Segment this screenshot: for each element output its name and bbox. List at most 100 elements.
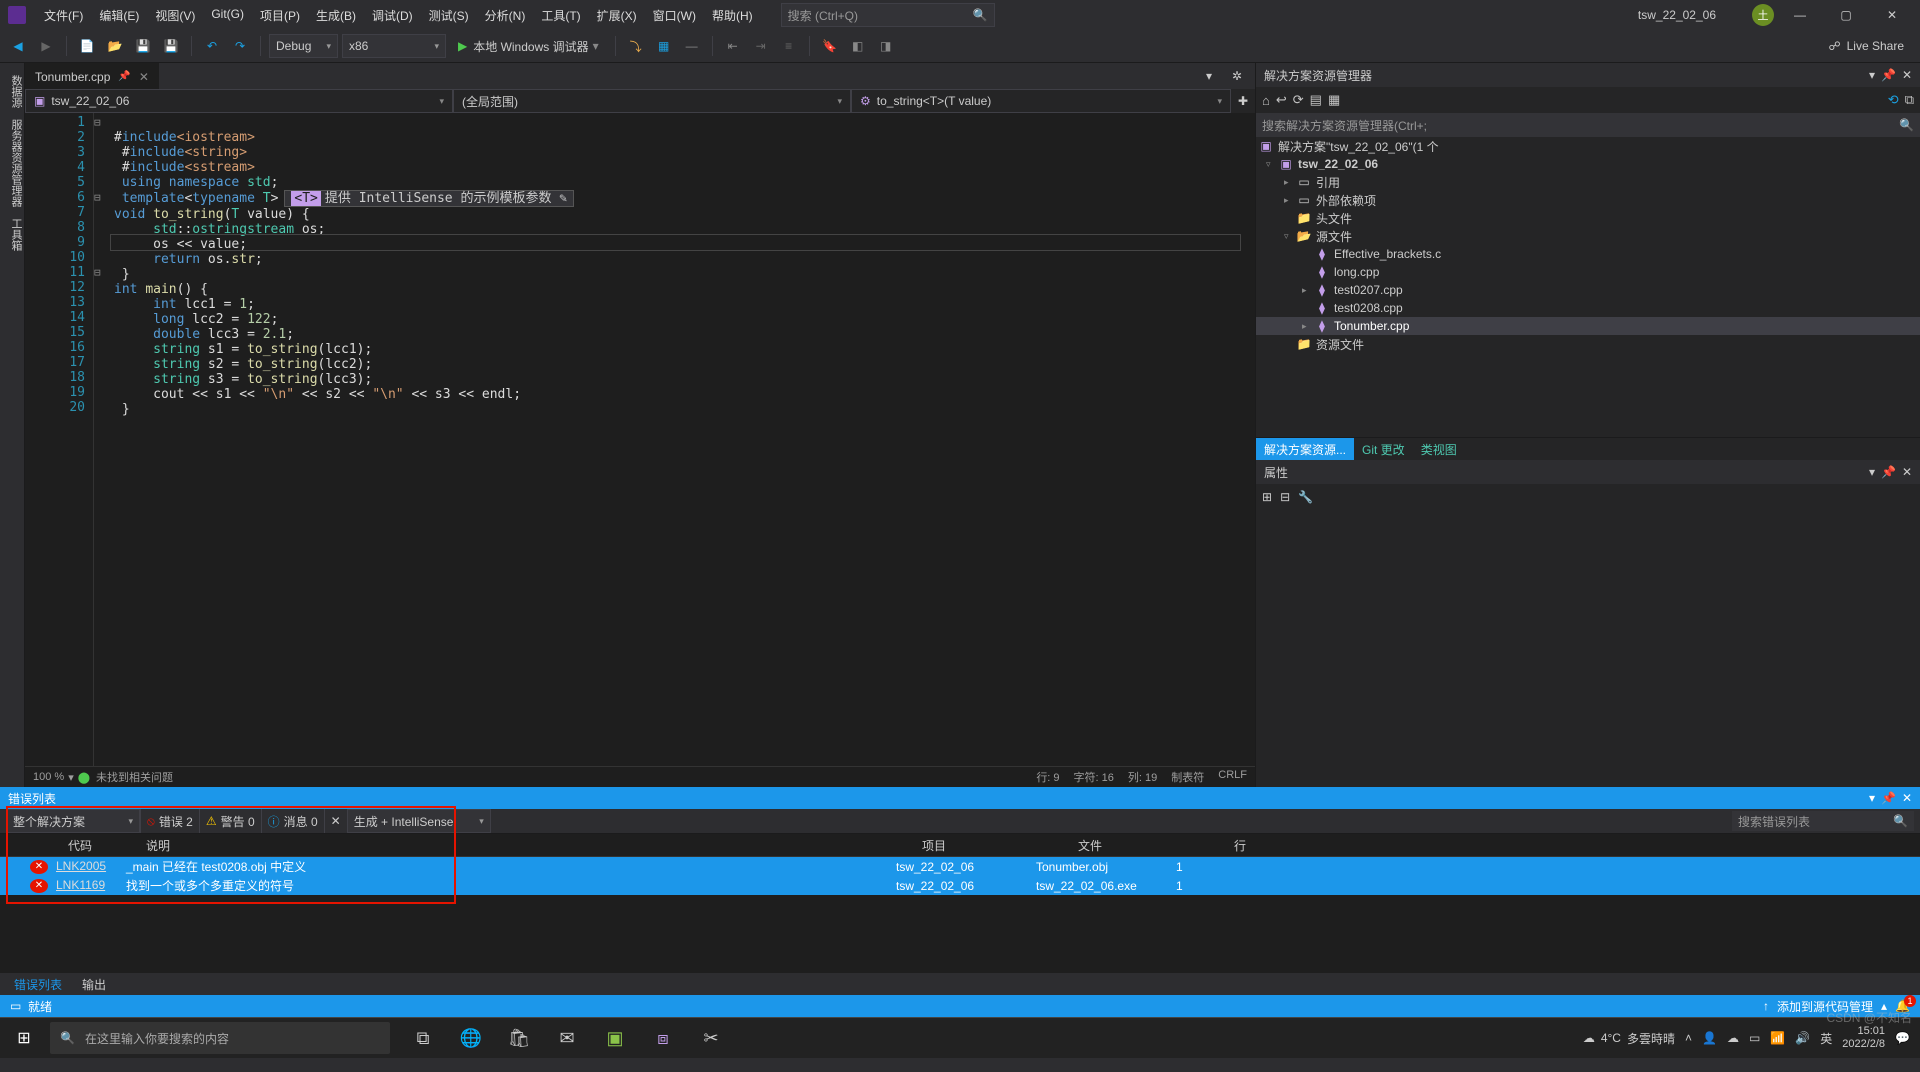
mail-icon[interactable]: ✉	[544, 1018, 590, 1058]
zoom-label[interactable]: 100 %	[33, 771, 64, 783]
clear-icon[interactable]: ✕	[324, 809, 347, 833]
indent-right-icon[interactable]: ⇥	[749, 34, 773, 58]
save-all-icon[interactable]: 💾	[159, 34, 183, 58]
file-node-active[interactable]: ▸⧫Tonumber.cpp	[1256, 317, 1920, 335]
se-header[interactable]: 解决方案资源管理器▾📌✕	[1256, 63, 1920, 87]
menu-item[interactable]: 编辑(E)	[91, 3, 147, 28]
menu-item[interactable]: Git(G)	[203, 3, 252, 28]
tray-up-icon[interactable]: ˄	[1685, 1031, 1692, 1045]
pin-icon[interactable]: ▾	[1869, 68, 1875, 82]
error-search[interactable]: 搜索错误列表🔍	[1732, 811, 1914, 831]
start-button[interactable]: ⊞	[0, 1018, 48, 1058]
store-icon[interactable]: 🛍	[496, 1018, 542, 1058]
error-code[interactable]: LNK1169	[56, 878, 126, 893]
nav-scope-combo[interactable]: (全局范围)▾	[453, 89, 851, 113]
close-icon[interactable]: ✕	[1902, 68, 1912, 82]
tag2-icon[interactable]: ◨	[874, 34, 898, 58]
refresh-icon[interactable]: ⟲	[1888, 92, 1899, 108]
props-header[interactable]: 属性▾📌✕	[1256, 460, 1920, 484]
error-columns[interactable]: 代码 说明 项目 文件 行	[0, 834, 1920, 857]
nav-func-combo[interactable]: ⚙to_string<T>(T value)▾	[851, 89, 1231, 113]
tray-volume-icon[interactable]: 🔊	[1795, 1031, 1810, 1045]
left-tab-2[interactable]: 服务器资源管理器	[8, 115, 24, 211]
redo-icon[interactable]: ↷	[228, 34, 252, 58]
menu-item[interactable]: 生成(B)	[308, 3, 364, 28]
error-src-combo[interactable]: 生成 + IntelliSense▾	[347, 809, 491, 833]
clock[interactable]: 15:012022/2/8	[1842, 1025, 1885, 1051]
tab-opts-icon[interactable]: ✲	[1225, 64, 1249, 88]
monitor-icon[interactable]: —	[680, 34, 704, 58]
error-header[interactable]: 错误列表▾📌✕	[0, 787, 1920, 809]
az-icon[interactable]: ⊟	[1280, 490, 1290, 504]
tag-icon[interactable]: ◧	[846, 34, 870, 58]
comment-icon[interactable]: ≡	[777, 34, 801, 58]
bt-se[interactable]: 解决方案资源...	[1256, 438, 1354, 461]
home-icon[interactable]: ⌂	[1262, 93, 1270, 108]
error-scope-combo[interactable]: 整个解决方案▾	[6, 809, 140, 833]
menu-item[interactable]: 扩展(X)	[589, 3, 645, 28]
error-code[interactable]: LNK2005	[56, 859, 126, 874]
open-icon[interactable]: 📂	[103, 34, 127, 58]
close-tab-icon[interactable]: ✕	[139, 70, 149, 84]
nav-back-icon[interactable]: ◀	[6, 34, 30, 58]
solution-tree[interactable]: ▣解决方案"tsw_22_02_06"(1 个 ▿▣tsw_22_02_06 ▸…	[1256, 137, 1920, 437]
live-share-button[interactable]: ☍Live Share	[1818, 39, 1914, 53]
file-node[interactable]: ⧫long.cpp	[1256, 263, 1920, 281]
errors-toggle[interactable]: ⦸错误 2	[140, 809, 199, 833]
se-search[interactable]: 搜索解决方案资源管理器(Ctrl+;🔍	[1256, 113, 1920, 137]
save-icon[interactable]: 💾	[131, 34, 155, 58]
messages-toggle[interactable]: ⓘ消息 0	[261, 809, 324, 833]
file-tab-tonumber[interactable]: Tonumber.cpp 📌 ✕	[25, 63, 159, 90]
menu-item[interactable]: 项目(P)	[252, 3, 308, 28]
file-node[interactable]: ▸⧫test0207.cpp	[1256, 281, 1920, 299]
solution-node[interactable]: ▣解决方案"tsw_22_02_06"(1 个	[1256, 137, 1920, 155]
intellisense-hint[interactable]: <T>提供 IntelliSense 的示例模板参数 ✎	[284, 190, 574, 207]
maximize-button[interactable]: ▢	[1826, 1, 1866, 29]
back-icon[interactable]: ↩	[1276, 92, 1287, 108]
error-row[interactable]: ✕LNK1169找到一个或多个多重定义的符号tsw_22_02_06tsw_22…	[0, 876, 1920, 895]
vs-app-icon[interactable]: ⧈	[640, 1018, 686, 1058]
menu-item[interactable]: 测试(S)	[421, 3, 477, 28]
undo-icon[interactable]: ↶	[200, 34, 224, 58]
menu-item[interactable]: 分析(N)	[477, 3, 534, 28]
split-icon[interactable]: ✚	[1231, 89, 1255, 113]
minimize-button[interactable]: —	[1780, 1, 1820, 29]
warnings-toggle[interactable]: ⚠警告 0	[199, 809, 261, 833]
platform-combo[interactable]: x86▾	[342, 34, 446, 58]
system-tray[interactable]: ☁4°C多雲時晴 ˄ 👤 ☁ ▭ 📶 🔊 英 15:012022/2/8 💬	[1583, 1025, 1920, 1051]
ext-node[interactable]: ▸▭外部依赖项	[1256, 191, 1920, 209]
close-button[interactable]: ✕	[1872, 1, 1912, 29]
pycharm-icon[interactable]: ▣	[592, 1018, 638, 1058]
up-arrow-icon[interactable]: ↑	[1763, 999, 1769, 1013]
nav-project-combo[interactable]: ▣tsw_22_02_06▾	[25, 89, 453, 113]
step-icon[interactable]: ⤵	[624, 34, 648, 58]
wrench-icon[interactable]: 🔧	[1298, 490, 1313, 504]
menu-item[interactable]: 工具(T)	[533, 3, 588, 28]
tab-overflow-icon[interactable]: ▾	[1197, 64, 1221, 88]
menu-item[interactable]: 文件(F)	[36, 3, 91, 28]
collapse-icon[interactable]: ⧉	[1905, 92, 1914, 108]
quick-search[interactable]: 搜索 (Ctrl+Q) 🔍	[781, 3, 995, 27]
new-project-icon[interactable]: 📄	[75, 34, 99, 58]
windows-search[interactable]: 🔍在这里输入你要搜索的内容	[50, 1022, 390, 1054]
weather-widget[interactable]: ☁4°C多雲時晴	[1583, 1030, 1675, 1047]
menu-item[interactable]: 视图(V)	[147, 3, 203, 28]
menu-item[interactable]: 帮助(H)	[704, 3, 761, 28]
left-toolwell[interactable]: 数据源 服务器资源管理器 工具箱	[0, 63, 25, 787]
bt-class[interactable]: 类视图	[1413, 438, 1465, 461]
task-view-icon[interactable]: ⧉	[400, 1018, 446, 1058]
start-debug-button[interactable]: ▶本地 Windows 调试器 ▾	[450, 34, 607, 58]
pin-icon[interactable]: 📌	[118, 71, 130, 82]
headers-node[interactable]: 📁头文件	[1256, 209, 1920, 227]
tray-ime-icon[interactable]: 英	[1820, 1030, 1832, 1047]
fold-margin[interactable]: ⊟ ⊟ ⊟	[94, 113, 110, 766]
snip-icon[interactable]: ✂	[688, 1018, 734, 1058]
pin2-icon[interactable]: 📌	[1881, 68, 1896, 82]
menu-item[interactable]: 窗口(W)	[645, 3, 704, 28]
project-node[interactable]: ▿▣tsw_22_02_06	[1256, 155, 1920, 173]
sync-icon[interactable]: ⟳	[1293, 92, 1304, 108]
filter-icon[interactable]: ▤	[1310, 92, 1322, 108]
notification-center-icon[interactable]: 💬	[1895, 1031, 1910, 1045]
graph-icon[interactable]: ▦	[652, 34, 676, 58]
left-tab-1[interactable]: 数据源	[8, 71, 24, 112]
